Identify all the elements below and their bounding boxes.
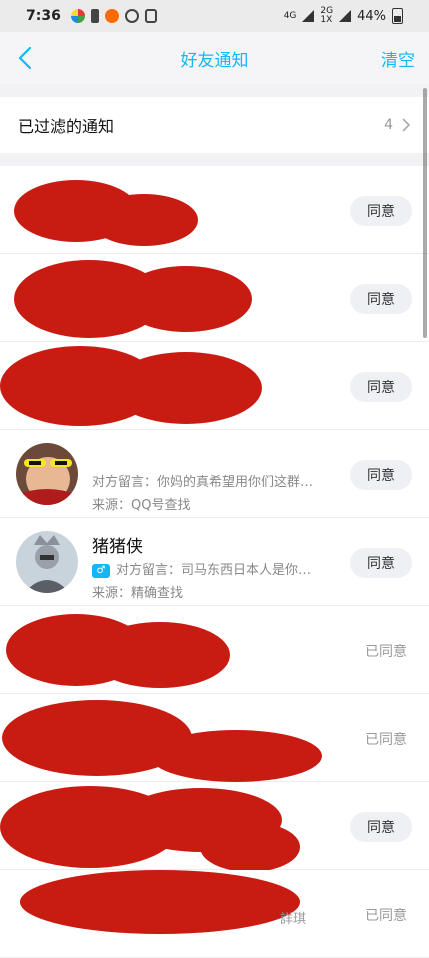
- clear-button[interactable]: 清空: [381, 46, 415, 71]
- blocked-icon: [124, 9, 139, 23]
- section-gap: [0, 84, 429, 97]
- agree-button[interactable]: 同意: [350, 548, 412, 578]
- list-item[interactable]: 同意: [0, 782, 429, 872]
- scrollbar[interactable]: [423, 88, 427, 338]
- requester-name: 猪猪侠: [92, 537, 143, 557]
- request-message: 对方留言：你妈的真希望用你们这群…: [92, 475, 314, 490]
- request-message-line: ♂ 对方留言：司马东西日本人是你…: [92, 559, 311, 578]
- male-icon: ♂: [92, 563, 110, 578]
- battery-icon: [392, 8, 403, 24]
- back-icon[interactable]: [14, 44, 38, 72]
- page-title: 好友通知: [180, 50, 249, 71]
- list-item[interactable]: 詳琪 已同意: [0, 870, 429, 958]
- request-message: 对方留言：司马东西日本人是你…: [116, 563, 312, 578]
- nav-bar: 好友通知 清空: [0, 32, 429, 84]
- list-item[interactable]: 同意: [0, 342, 429, 430]
- notification-icons: [70, 9, 157, 23]
- redaction-mark: [150, 730, 322, 782]
- agreed-status: 已同意: [365, 732, 407, 748]
- network-2g-icon: 2G 1X: [320, 6, 334, 25]
- partial-text: 詳琪: [280, 912, 307, 927]
- network-4g-icon: 4G: [283, 10, 297, 21]
- agree-button[interactable]: 同意: [350, 460, 412, 490]
- filtered-label: 已过滤的通知: [18, 117, 115, 136]
- request-list: 同意 同意 同意 对方留言：你妈的真希望用你们这群… 来源：QQ号查找 同意 猪…: [0, 166, 429, 958]
- list-item[interactable]: 同意: [0, 166, 429, 254]
- redaction-mark: [20, 870, 300, 934]
- status-bar: 7:36 4G 2G 1X 44%: [0, 0, 429, 32]
- filtered-notifications-row[interactable]: 已过滤的通知 4: [0, 97, 429, 153]
- avatar: [16, 531, 78, 593]
- chevron-right-icon: [402, 118, 411, 132]
- redaction-mark: [90, 194, 198, 246]
- agreed-status: 已同意: [365, 908, 407, 924]
- redaction-mark: [120, 266, 252, 332]
- list-item[interactable]: 同意: [0, 254, 429, 342]
- phone-icon: [90, 9, 99, 23]
- redaction-mark: [110, 352, 262, 424]
- agree-button[interactable]: 同意: [350, 284, 412, 314]
- document-icon: [144, 9, 157, 23]
- request-source: 来源：精确查找: [92, 586, 184, 601]
- avatar: [16, 443, 78, 505]
- signal-icon-2: [339, 10, 352, 22]
- section-gap-2: [0, 153, 429, 166]
- status-right: 4G 2G 1X 44%: [284, 7, 403, 25]
- agreed-status: 已同意: [365, 644, 407, 660]
- app-icon: [70, 9, 85, 23]
- avatar-image: [16, 531, 78, 593]
- battery-percent: 44%: [357, 8, 386, 24]
- redaction-mark: [90, 622, 230, 688]
- list-item[interactable]: 对方留言：你妈的真希望用你们这群… 来源：QQ号查找 同意: [0, 430, 429, 518]
- list-item[interactable]: 猪猪侠 ♂ 对方留言：司马东西日本人是你… 来源：精确查找 同意: [0, 518, 429, 606]
- weibo-icon: [104, 9, 119, 23]
- signal-icon: [302, 10, 315, 22]
- redaction-mark: [200, 822, 300, 872]
- request-source: 来源：QQ号查找: [92, 498, 191, 513]
- filtered-count: 4: [384, 117, 393, 133]
- agree-button[interactable]: 同意: [350, 812, 412, 842]
- status-time: 7:36: [26, 8, 61, 24]
- agree-button[interactable]: 同意: [350, 196, 412, 226]
- agree-button[interactable]: 同意: [350, 372, 412, 402]
- avatar-image: [16, 443, 78, 505]
- list-item[interactable]: 已同意: [0, 606, 429, 694]
- list-item[interactable]: 已同意: [0, 694, 429, 782]
